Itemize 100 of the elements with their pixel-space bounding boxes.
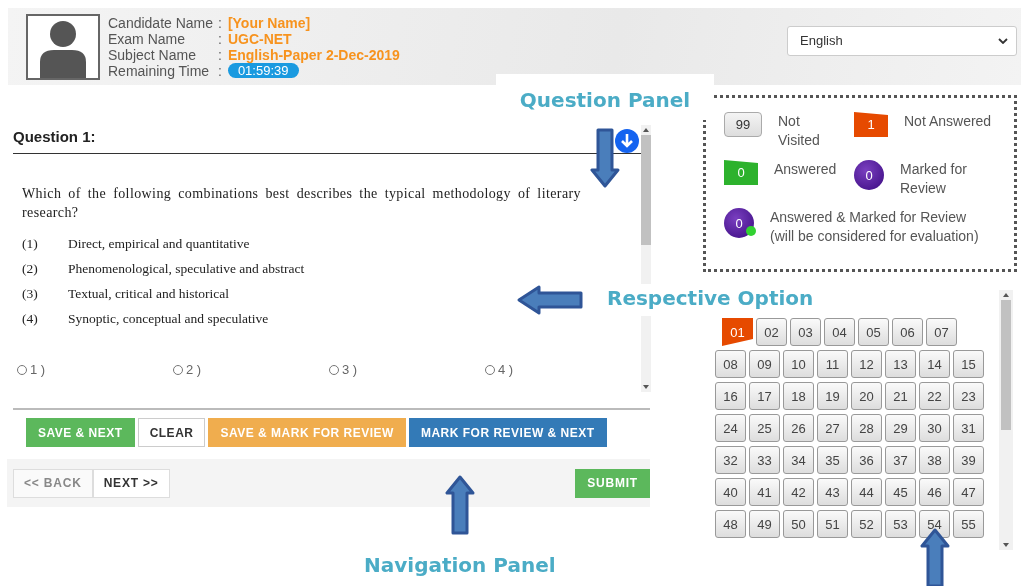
annotation-arrow <box>920 528 950 586</box>
question-number-button[interactable]: 30 <box>919 414 950 442</box>
scrollbar[interactable] <box>999 290 1013 550</box>
question-number-button[interactable]: 52 <box>851 510 882 538</box>
question-number-button[interactable]: 27 <box>817 414 848 442</box>
choice-number: (3) <box>22 286 39 303</box>
question-number-button[interactable]: 01 <box>722 318 753 346</box>
status-marker: 0 <box>854 160 884 190</box>
scroll-down-icon[interactable] <box>615 129 639 153</box>
question-number-button[interactable]: 13 <box>885 350 916 378</box>
legend-label: Marked for Review <box>900 160 968 198</box>
question-number-button[interactable]: 12 <box>851 350 882 378</box>
question-number-button[interactable]: 22 <box>919 382 950 410</box>
question-number-button[interactable]: 20 <box>851 382 882 410</box>
question-text: Which of the following combinations best describes the typical methodology of literary research? <box>22 185 581 222</box>
choice-number: (4) <box>22 311 39 328</box>
question-number-button[interactable]: 28 <box>851 414 882 442</box>
answer-option[interactable]: 1 ) <box>17 362 173 377</box>
language-dropdown[interactable]: English <box>787 25 1017 56</box>
next-button[interactable]: NEXT >> <box>92 468 170 498</box>
choice-text: Direct, empirical and quantitative <box>68 236 250 253</box>
question-number-button[interactable]: 35 <box>817 446 848 474</box>
question-number-button[interactable]: 19 <box>817 382 848 410</box>
choice-number: (2) <box>22 261 39 278</box>
legend-label: Not Visited <box>778 112 821 150</box>
question-number-button[interactable]: 17 <box>749 382 780 410</box>
answer-option[interactable]: 3 ) <box>329 362 485 377</box>
info-label: Remaining Time <box>108 62 211 79</box>
choice-number: (1) <box>22 236 39 253</box>
annotation-label: Question Panel <box>496 74 714 120</box>
question-number-button[interactable]: 02 <box>756 318 787 346</box>
question-number-button[interactable]: 08 <box>715 350 746 378</box>
status-marker: 0 <box>724 208 754 238</box>
info-label: Candidate Name <box>108 14 215 31</box>
question-number-button[interactable]: 48 <box>715 510 746 538</box>
question-number-button[interactable]: 50 <box>783 510 814 538</box>
avatar-icon <box>26 13 100 80</box>
question-number-button[interactable]: 06 <box>892 318 923 346</box>
annotation-arrow <box>444 475 475 535</box>
question-number-button[interactable]: 33 <box>749 446 780 474</box>
question-number-button[interactable]: 16 <box>715 382 746 410</box>
action-button[interactable]: CLEAR <box>137 418 206 447</box>
separator-colon: : <box>218 62 222 79</box>
question-number-button[interactable]: 37 <box>885 446 916 474</box>
question-number-button[interactable]: 14 <box>919 350 950 378</box>
question-number-button[interactable]: 21 <box>885 382 916 410</box>
question-number-button[interactable]: 43 <box>817 478 848 506</box>
answer-option[interactable]: 4 ) <box>485 362 641 377</box>
question-number-button[interactable]: 46 <box>919 478 950 506</box>
legend-label: Not Answered <box>904 112 992 131</box>
status-marker: 1 <box>854 112 888 137</box>
question-number-button[interactable]: 23 <box>953 382 984 410</box>
question-number-button[interactable]: 25 <box>749 414 780 442</box>
action-button[interactable]: MARK FOR REVIEW & NEXT <box>408 418 607 447</box>
annotation-arrow <box>515 285 585 315</box>
question-number-button[interactable]: 26 <box>783 414 814 442</box>
question-number-button[interactable]: 04 <box>824 318 855 346</box>
separator-colon: : <box>218 14 222 31</box>
question-number-button[interactable]: 05 <box>858 318 889 346</box>
info-label: Exam Name <box>108 30 187 47</box>
timer-badge: 01:59:39 <box>227 63 299 78</box>
question-number-button[interactable]: 55 <box>953 510 984 538</box>
info-value: [Your Name] <box>227 14 311 31</box>
question-number-button[interactable]: 39 <box>953 446 984 474</box>
question-number-button[interactable]: 41 <box>749 478 780 506</box>
choice-text: Textual, critical and historical <box>68 286 229 303</box>
separator-colon: : <box>218 46 222 63</box>
question-number-button[interactable]: 36 <box>851 446 882 474</box>
choice-text: Synoptic, conceptual and speculative <box>68 311 269 328</box>
question-number-button[interactable]: 53 <box>885 510 916 538</box>
question-number-button[interactable]: 31 <box>953 414 984 442</box>
question-number-button[interactable]: 51 <box>817 510 848 538</box>
question-number-button[interactable]: 45 <box>885 478 916 506</box>
chevron-icon <box>998 37 1008 44</box>
question-number-button[interactable]: 11 <box>817 350 848 378</box>
question-number-button[interactable]: 54 <box>919 510 950 538</box>
question-number-button[interactable]: 07 <box>926 318 957 346</box>
question-number-button[interactable]: 34 <box>783 446 814 474</box>
question-number-button[interactable]: 32 <box>715 446 746 474</box>
choice-text: Phenomenological, speculative and abstract <box>68 261 305 278</box>
question-number-button[interactable]: 40 <box>715 478 746 506</box>
question-number-button[interactable]: 15 <box>953 350 984 378</box>
question-number-button[interactable]: 03 <box>790 318 821 346</box>
question-number-button[interactable]: 29 <box>885 414 916 442</box>
annotation-arrow <box>590 128 620 188</box>
question-number-button[interactable]: 47 <box>953 478 984 506</box>
info-value: English-Paper 2-Dec-2019 <box>227 46 400 63</box>
question-number-button[interactable]: 38 <box>919 446 950 474</box>
question-number-button[interactable]: 10 <box>783 350 814 378</box>
status-marker: 99 <box>724 112 762 137</box>
question-number-button[interactable]: 44 <box>851 478 882 506</box>
question-number-button[interactable]: 49 <box>749 510 780 538</box>
info-label: Subject Name <box>108 46 197 63</box>
question-number-button[interactable]: 24 <box>715 414 746 442</box>
answer-option[interactable]: 2 ) <box>173 362 329 377</box>
question-number-button[interactable]: 42 <box>783 478 814 506</box>
question-title: Question 1: <box>13 128 96 145</box>
legend-label: Answered & Marked for Review (will be considered for evaluation) <box>770 208 980 246</box>
question-number-button[interactable]: 09 <box>749 350 780 378</box>
question-number-button[interactable]: 18 <box>783 382 814 410</box>
